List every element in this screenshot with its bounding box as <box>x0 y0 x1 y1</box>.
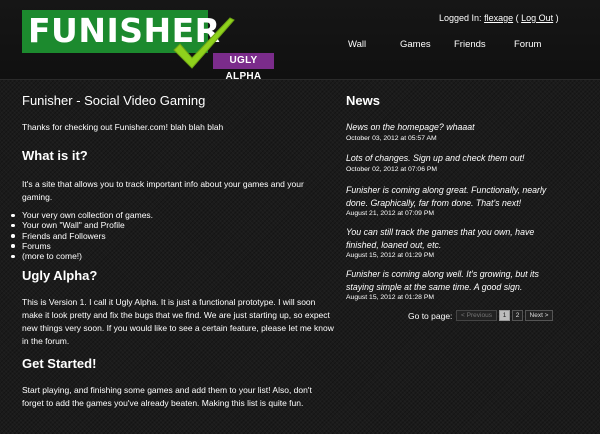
pager-page-1[interactable]: 1 <box>499 310 510 321</box>
main-nav: Wall Games Friends Forum <box>330 39 590 53</box>
paren-open: ( <box>515 13 519 23</box>
alpha-heading: Ugly Alpha? <box>22 268 98 283</box>
news-item: Funisher is coming along well. It's grow… <box>346 268 566 302</box>
news-date: August 21, 2012 at 07:09 PM <box>346 210 435 217</box>
news-date: October 02, 2012 at 07:06 PM <box>346 165 438 173</box>
news-text: Funisher is coming along well. It's grow… <box>346 269 539 292</box>
news-date: August 15, 2012 at 01:29 PM <box>346 252 435 259</box>
started-heading: Get Started! <box>22 356 97 371</box>
page-title: Funisher - Social Video Gaming <box>22 93 206 108</box>
list-item: Friends and Followers <box>11 231 311 241</box>
what-text: It's a site that allows you to track imp… <box>22 179 304 202</box>
list-item: Your own "Wall" and Profile <box>11 220 311 230</box>
started-text: Start playing, and finishing some games … <box>22 385 312 408</box>
news-item: News on the homepage? whaaat October 03,… <box>346 121 566 143</box>
username-link[interactable]: flexage <box>484 13 513 23</box>
news-date: August 15, 2012 at 01:28 PM <box>346 294 435 301</box>
list-item: Your very own collection of games. <box>11 210 311 220</box>
alpha-text: This is Version 1. I call it Ugly Alpha.… <box>22 297 334 346</box>
funisher-logo[interactable]: FUNISHER UGLY ALPHA <box>22 10 274 82</box>
pager-page-2[interactable]: 2 <box>512 310 523 321</box>
pager-next-button[interactable]: Next > <box>525 310 553 321</box>
news-heading: News <box>346 93 380 108</box>
logout-link[interactable]: Log Out <box>521 13 553 23</box>
site-header: FUNISHER UGLY ALPHA Logged In: flexage (… <box>0 0 600 82</box>
nav-games[interactable]: Games <box>400 39 431 50</box>
news-item: Lots of changes. Sign up and check them … <box>346 152 566 174</box>
news-item: Funisher is coming along great. Function… <box>346 184 566 218</box>
paren-close: ) <box>555 13 559 23</box>
nav-forum[interactable]: Forum <box>514 39 541 50</box>
news-text: Funisher is coming along great. Function… <box>346 185 547 208</box>
news-text: Lots of changes. Sign up and check them … <box>346 153 525 163</box>
pager-label: Go to page: <box>408 311 453 321</box>
news-item: You can still track the games that you o… <box>346 226 566 260</box>
logo-tagline: UGLY ALPHA <box>213 53 274 82</box>
nav-wall[interactable]: Wall <box>348 39 366 50</box>
login-status: Logged In: flexage ( Log Out ) <box>439 13 559 23</box>
news-text: News on the homepage? whaaat <box>346 122 475 132</box>
news-text: You can still track the games that you o… <box>346 227 535 250</box>
list-item: Forums <box>11 241 311 251</box>
intro-text: Thanks for checking out Funisher.com! bl… <box>22 122 224 132</box>
nav-friends[interactable]: Friends <box>454 39 486 50</box>
login-prefix: Logged In: <box>439 13 482 23</box>
pager-previous-button[interactable]: < Previous <box>456 310 497 321</box>
list-item: (more to come!) <box>11 251 311 261</box>
feature-list: Your very own collection of games. Your … <box>11 210 311 261</box>
what-heading: What is it? <box>22 148 88 163</box>
news-date: October 03, 2012 at 05:57 AM <box>346 134 437 142</box>
